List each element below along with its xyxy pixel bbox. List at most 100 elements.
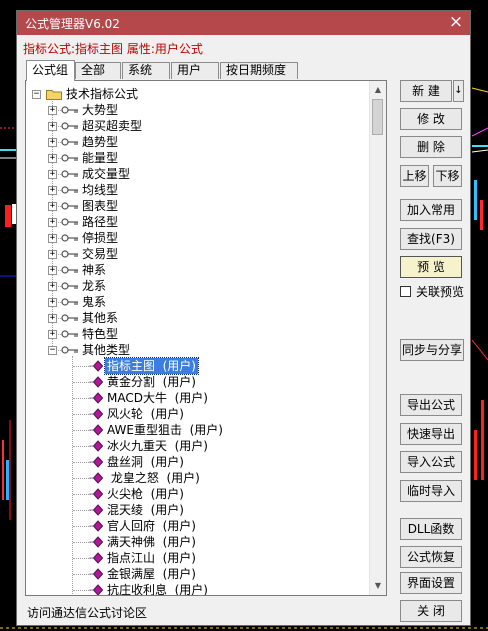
- tree-group-2[interactable]: + 超买超卖型: [26, 118, 366, 134]
- formula-item[interactable]: 指标主图 (用户): [26, 357, 366, 375]
- formula-item-label: 龙皇之怒 (用户): [107, 471, 200, 485]
- formula-item[interactable]: 官人回府 (用户): [26, 518, 366, 534]
- expand-icon[interactable]: +: [48, 250, 57, 259]
- expand-icon[interactable]: +: [48, 106, 57, 115]
- tree-group-label: 鬼系: [82, 295, 107, 309]
- expand-icon[interactable]: +: [48, 170, 57, 179]
- tree-group-12[interactable]: + 龙系: [26, 278, 366, 294]
- formula-item[interactable]: 盘丝洞 (用户): [26, 454, 366, 470]
- find-button[interactable]: 查找(F3): [400, 228, 462, 250]
- formula-diamond-icon: [89, 360, 103, 372]
- linked-preview-label: 关联预览: [416, 285, 465, 299]
- formula-restore-button[interactable]: 公式恢复: [400, 546, 462, 568]
- preview-button[interactable]: 预 览: [400, 256, 462, 278]
- tree-group-3[interactable]: + 趋势型: [26, 134, 366, 150]
- formula-tree[interactable]: ▲ ▼ − 技术指标公式 + 大势型 + 超买超卖型 + 趋势型 + 能量型 + 成交量型 + 均线型 + 图…: [25, 80, 387, 596]
- tree-group-16[interactable]: − 其他类型: [26, 342, 366, 358]
- tree-group-11[interactable]: + 神系: [26, 262, 366, 278]
- new-button[interactable]: 新 建: [400, 80, 452, 102]
- formula-item-label: 抗庄收利息 (用户): [107, 583, 208, 596]
- formula-info-line: 指标公式:指标主图 属性:用户公式: [23, 42, 203, 56]
- expand-icon[interactable]: +: [48, 314, 57, 323]
- expand-icon[interactable]: +: [48, 282, 57, 291]
- import-formula-button[interactable]: 导入公式: [400, 451, 462, 473]
- expand-icon[interactable]: +: [48, 298, 57, 307]
- close-button[interactable]: 关 闭: [400, 600, 462, 622]
- tree-group-10[interactable]: + 交易型: [26, 246, 366, 262]
- formula-diamond-icon: [89, 584, 103, 595]
- expand-icon[interactable]: +: [48, 234, 57, 243]
- formula-item[interactable]: 风火轮 (用户): [26, 406, 366, 422]
- formula-item[interactable]: 指点江山 (用户): [26, 550, 366, 566]
- sync-share-button[interactable]: 同步与分享: [400, 339, 464, 361]
- key-icon: [61, 154, 78, 162]
- add-common-button[interactable]: 加入常用: [400, 199, 462, 221]
- formula-item-label: 指标主图 (用户): [104, 357, 199, 375]
- formula-item[interactable]: 冰火九重天 (用户): [26, 438, 366, 454]
- formula-item[interactable]: 满天神佛 (用户): [26, 534, 366, 550]
- formula-item[interactable]: 混天绫 (用户): [26, 502, 366, 518]
- tree-scrollbar[interactable]: ▲ ▼: [369, 81, 386, 595]
- expand-icon[interactable]: +: [48, 154, 57, 163]
- export-formula-button[interactable]: 导出公式: [400, 394, 462, 416]
- formula-diamond-icon: [89, 536, 103, 548]
- expand-icon[interactable]: +: [48, 122, 57, 131]
- forum-link[interactable]: 访问通达信公式讨论区: [27, 604, 147, 621]
- formula-item[interactable]: 金银满屋 (用户): [26, 566, 366, 582]
- scroll-up-icon[interactable]: ▲: [370, 82, 386, 98]
- tab-system[interactable]: 系统: [122, 62, 170, 79]
- formula-item[interactable]: 黄金分割 (用户): [26, 374, 366, 390]
- formula-item[interactable]: 火尖枪 (用户): [26, 486, 366, 502]
- formula-item[interactable]: AWE重型狙击 (用户): [26, 422, 366, 438]
- formula-item-label: 冰火九重天 (用户): [107, 439, 208, 453]
- tree-group-5[interactable]: + 成交量型: [26, 166, 366, 182]
- expand-icon[interactable]: +: [48, 266, 57, 275]
- linked-preview-checkbox[interactable]: [400, 286, 411, 297]
- key-icon: [61, 186, 78, 194]
- close-icon[interactable]: ×: [448, 12, 464, 32]
- tab-user[interactable]: 用户: [171, 62, 219, 79]
- delete-button[interactable]: 删 除: [400, 136, 462, 158]
- move-down-button[interactable]: 下移: [433, 165, 462, 187]
- tree-group-14[interactable]: + 其他系: [26, 310, 366, 326]
- tree-group-1[interactable]: + 大势型: [26, 102, 366, 118]
- formula-diamond-icon: [89, 440, 103, 452]
- expand-icon[interactable]: +: [48, 186, 57, 195]
- tab-formula-groups[interactable]: 公式组: [26, 60, 75, 81]
- tree-group-9[interactable]: + 停损型: [26, 230, 366, 246]
- tree-group-6[interactable]: + 均线型: [26, 182, 366, 198]
- collapse-icon[interactable]: −: [32, 90, 41, 99]
- quick-export-button[interactable]: 快速导出: [400, 423, 462, 445]
- new-dropdown-button[interactable]: ↓: [453, 80, 464, 102]
- tab-all[interactable]: 全部: [75, 62, 121, 79]
- formula-item-label: 满天神佛 (用户): [107, 535, 196, 549]
- move-up-button[interactable]: 上移: [400, 165, 429, 187]
- formula-diamond-icon: [89, 456, 103, 468]
- dll-function-button[interactable]: DLL函数: [400, 518, 462, 540]
- expand-icon[interactable]: +: [48, 202, 57, 211]
- tree-group-label: 停损型: [82, 231, 119, 245]
- interface-settings-button[interactable]: 界面设置: [400, 572, 462, 594]
- tree-group-15[interactable]: + 特色型: [26, 326, 366, 342]
- expand-icon[interactable]: +: [48, 138, 57, 147]
- modify-button[interactable]: 修 改: [400, 108, 462, 130]
- tab-by-date-frequency[interactable]: 按日期频度: [220, 62, 298, 79]
- collapse-icon[interactable]: −: [48, 346, 57, 355]
- scroll-down-icon[interactable]: ▼: [370, 578, 386, 594]
- tree-group-13[interactable]: + 鬼系: [26, 294, 366, 310]
- formula-item[interactable]: MACD大牛 (用户): [26, 390, 366, 406]
- tree-group-4[interactable]: + 能量型: [26, 150, 366, 166]
- key-icon: [61, 202, 78, 210]
- formula-item[interactable]: 龙皇之怒 (用户): [26, 470, 366, 486]
- tree-group-8[interactable]: + 路径型: [26, 214, 366, 230]
- formula-item[interactable]: 抗庄收利息 (用户): [26, 582, 366, 596]
- scroll-thumb[interactable]: [372, 99, 383, 135]
- tree-group-7[interactable]: + 图表型: [26, 198, 366, 214]
- formula-item-label: 盘丝洞 (用户): [107, 455, 184, 469]
- formula-diamond-icon: [89, 552, 103, 564]
- tree-root-node[interactable]: − 技术指标公式: [26, 86, 366, 102]
- expand-icon[interactable]: +: [48, 218, 57, 227]
- expand-icon[interactable]: +: [48, 330, 57, 339]
- temp-import-button[interactable]: 临时导入: [400, 480, 462, 502]
- window-title: 公式管理器V6.02: [25, 17, 120, 31]
